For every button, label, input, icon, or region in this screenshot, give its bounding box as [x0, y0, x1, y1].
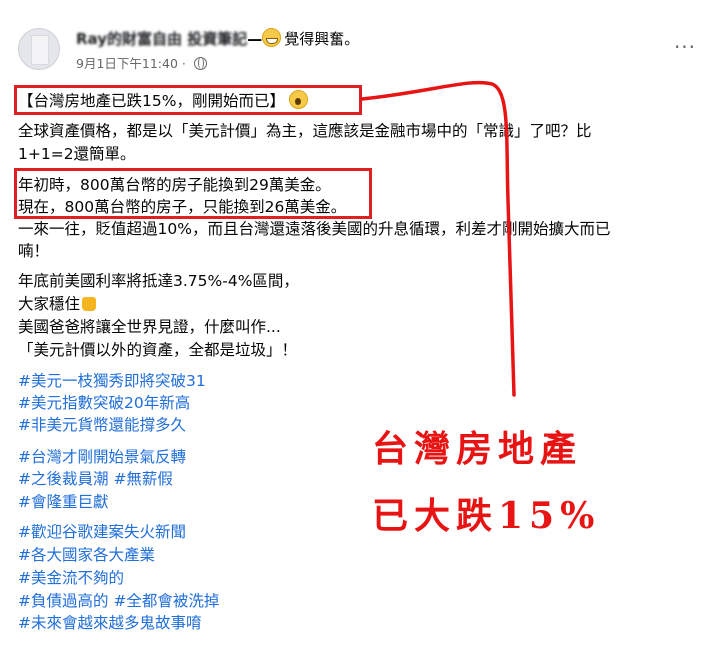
hashtag-link[interactable]: #無薪假	[113, 470, 173, 488]
post-text-line: 美國爸爸將讓全世界見證，什麼叫作...	[18, 318, 281, 336]
hashtag-link[interactable]: #非美元貨幣還能撐多久	[18, 414, 186, 437]
feeling-text: 覺得興奮。	[284, 30, 360, 48]
author-name[interactable]: Ray的財富自由 投資筆記	[76, 30, 247, 48]
hashtag-link[interactable]: #會隆重巨獻	[18, 491, 109, 514]
hashtag-line: #負債過高的 #全都會被洗掉	[18, 590, 219, 613]
hashtag-link[interactable]: #歡迎谷歌建案失火新聞	[18, 521, 186, 544]
post-timestamp[interactable]: 9月1日下午11:40	[76, 56, 178, 71]
post-text-line: 一來一往，貶值超過10%，而且台灣還遠落後美國的升息循環，利差才剛開始擴大而已	[18, 220, 611, 238]
hashtag-link[interactable]: #台灣才剛開始景氣反轉	[18, 446, 186, 469]
annotation-title: 台灣房地產	[372, 428, 583, 470]
feeling-separator: —	[247, 30, 263, 48]
more-options-button[interactable]: ···	[670, 32, 700, 62]
hashtag-link[interactable]: #美金流不夠的	[18, 567, 124, 590]
hashtag-link[interactable]: #美元一枝獨秀即將突破31	[18, 370, 206, 393]
annotation-subtitle: 已大跌15%	[372, 495, 601, 537]
post-text-line: 喃！	[18, 242, 50, 260]
author-line: Ray的財富自由 投資筆記— 覺得興奮。	[76, 28, 359, 49]
hashtag-line: #之後裁員潮 #無薪假	[18, 468, 173, 491]
post-header: Ray的財富自由 投資筆記— 覺得興奮。 9月1日下午11:40 · ···	[18, 26, 708, 74]
avatar-image	[31, 35, 49, 65]
meta-dot: ·	[181, 56, 186, 71]
avatar[interactable]	[18, 28, 60, 70]
globe-icon[interactable]	[193, 57, 207, 70]
post-text-line: 1+1=2還簡單。	[18, 145, 136, 163]
thumbs-up-icon	[82, 297, 97, 311]
title-highlight-box	[14, 85, 362, 115]
hashtag-link[interactable]: #之後裁員潮	[18, 470, 109, 488]
excited-emoji-icon	[262, 28, 282, 47]
exchange-highlight-box	[14, 168, 372, 219]
post-text-line: 大家穩住	[18, 293, 97, 316]
post-meta: 9月1日下午11:40 ·	[76, 53, 207, 72]
hashtag-link[interactable]: #未來會越來越多鬼故事唷	[18, 612, 202, 635]
post-text-line: 「美元計價以外的資產，全都是垃圾」！	[18, 341, 298, 359]
hashtag-link[interactable]: #全都會被洗掉	[113, 592, 219, 610]
post-text-line: 年底前美國利率將抵達3.75%-4%區間，	[18, 272, 299, 290]
hashtag-link[interactable]: #美元指數突破20年新高	[18, 392, 190, 415]
hashtag-link[interactable]: #負債過高的	[18, 592, 109, 610]
hashtag-link[interactable]: #各大國家各大產業	[18, 544, 155, 567]
post-text-line: 全球資產價格，都是以「美元計價」為主，這應該是金融市場中的「常識」了吧？比	[18, 122, 592, 140]
post-text: 大家穩住	[18, 295, 81, 313]
